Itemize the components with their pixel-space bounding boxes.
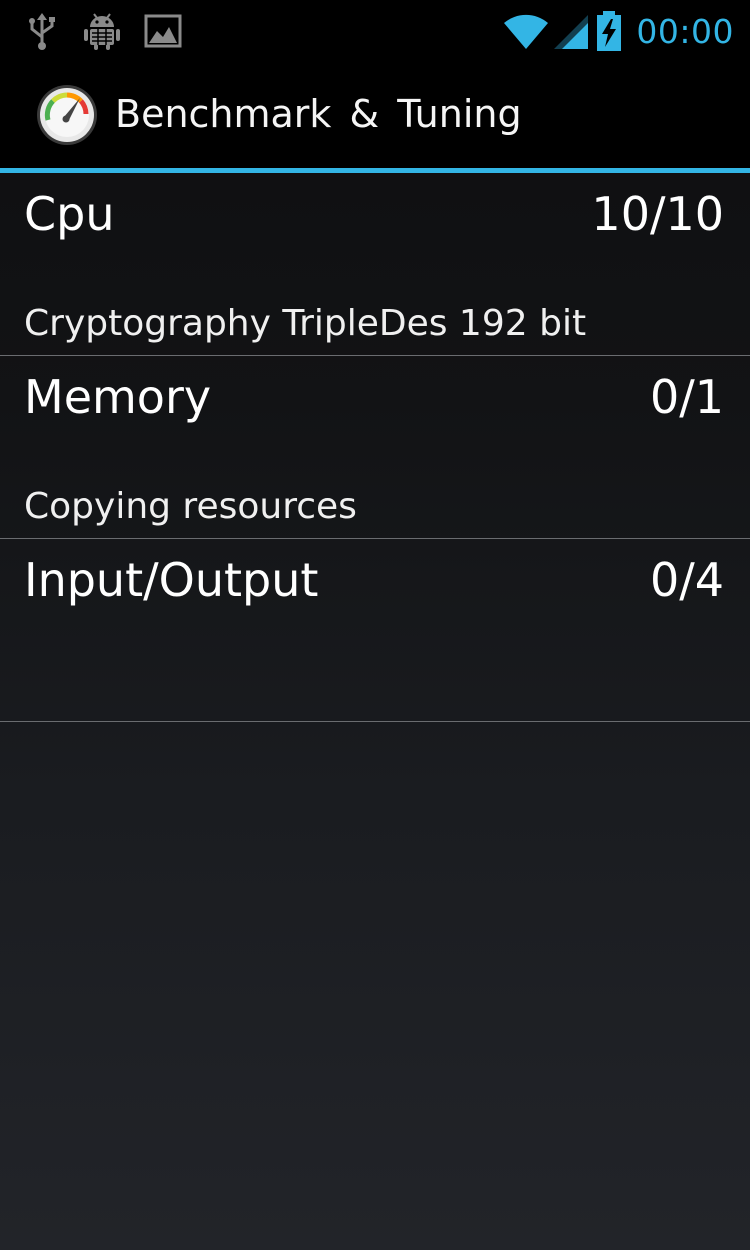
list-item-input-output[interactable]: Input/Output 0/4 [0,539,750,722]
status-bar: 00:00 [0,0,750,62]
benchmark-list: Cpu 10/10 Cryptography TripleDes 192 bit… [0,173,750,722]
system-status-icons: 00:00 [502,8,734,54]
list-item-cpu[interactable]: Cpu 10/10 Cryptography TripleDes 192 bit [0,173,750,356]
benchmark-label: Memory [24,370,212,424]
android-debug-icon [82,11,122,51]
notification-icons [24,10,182,52]
benchmark-status: Cryptography TripleDes 192 bit [24,303,587,344]
benchmark-score: 0/1 [649,370,724,424]
benchmark-label: Input/Output [24,553,319,607]
list-item-memory[interactable]: Memory 0/1 Copying resources [0,356,750,539]
status-bar-clock: 00:00 [636,11,734,51]
benchmark-score: 10/10 [591,187,724,241]
action-bar: Benchmark & Tuning [0,62,750,168]
benchmark-status: Copying resources [24,486,357,527]
battery-charging-icon [594,10,624,52]
benchmark-score: 0/4 [649,553,724,607]
image-notification-icon [144,13,182,49]
speedometer-icon[interactable] [36,84,98,146]
app-title: Benchmark & Tuning [115,92,522,136]
benchmark-label: Cpu [24,187,115,241]
cell-signal-icon [554,11,590,51]
wifi-icon [502,11,550,51]
usb-icon [24,11,60,51]
